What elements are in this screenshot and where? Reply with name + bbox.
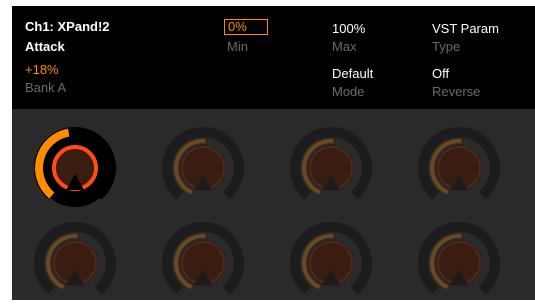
max-value[interactable]: 100% <box>332 21 365 36</box>
knob-5[interactable] <box>30 218 120 308</box>
bank-label: Bank A <box>25 80 67 95</box>
parameter-value: +18% <box>25 62 59 77</box>
knob-8[interactable] <box>414 218 504 308</box>
channel-title: Ch1: XPand!2 <box>25 19 110 34</box>
knob-dial <box>34 222 116 295</box>
parameter-name: Attack <box>25 39 65 54</box>
reverse-label: Reverse <box>432 84 481 99</box>
knob-7[interactable] <box>286 218 376 308</box>
knob-dial <box>290 222 372 295</box>
reverse-value[interactable]: Off <box>432 66 449 81</box>
knob-dial <box>34 127 116 207</box>
plugin-panel: Ch1: XPand!2 Attack +18% Bank A 0% Min 1… <box>12 6 535 300</box>
type-label: Type <box>432 39 461 54</box>
type-value[interactable]: VST Param <box>432 21 499 36</box>
min-label: Min <box>227 39 248 54</box>
knob-1[interactable] <box>30 123 120 213</box>
knob-dial <box>162 127 244 200</box>
knob-2[interactable] <box>158 123 248 213</box>
knob-grid <box>12 109 535 300</box>
knob-6[interactable] <box>158 218 248 308</box>
knob-dial <box>162 222 244 295</box>
knob-dial <box>290 127 372 200</box>
knob-dial <box>418 127 500 200</box>
min-value-field[interactable]: 0% <box>224 19 268 35</box>
max-label: Max <box>332 39 357 54</box>
knob-dial <box>418 222 500 295</box>
knob-3[interactable] <box>286 123 376 213</box>
parameter-header: Ch1: XPand!2 Attack +18% Bank A 0% Min 1… <box>12 6 535 109</box>
mode-value[interactable]: Default <box>332 66 373 81</box>
mode-label: Mode <box>332 84 365 99</box>
knob-4[interactable] <box>414 123 504 213</box>
